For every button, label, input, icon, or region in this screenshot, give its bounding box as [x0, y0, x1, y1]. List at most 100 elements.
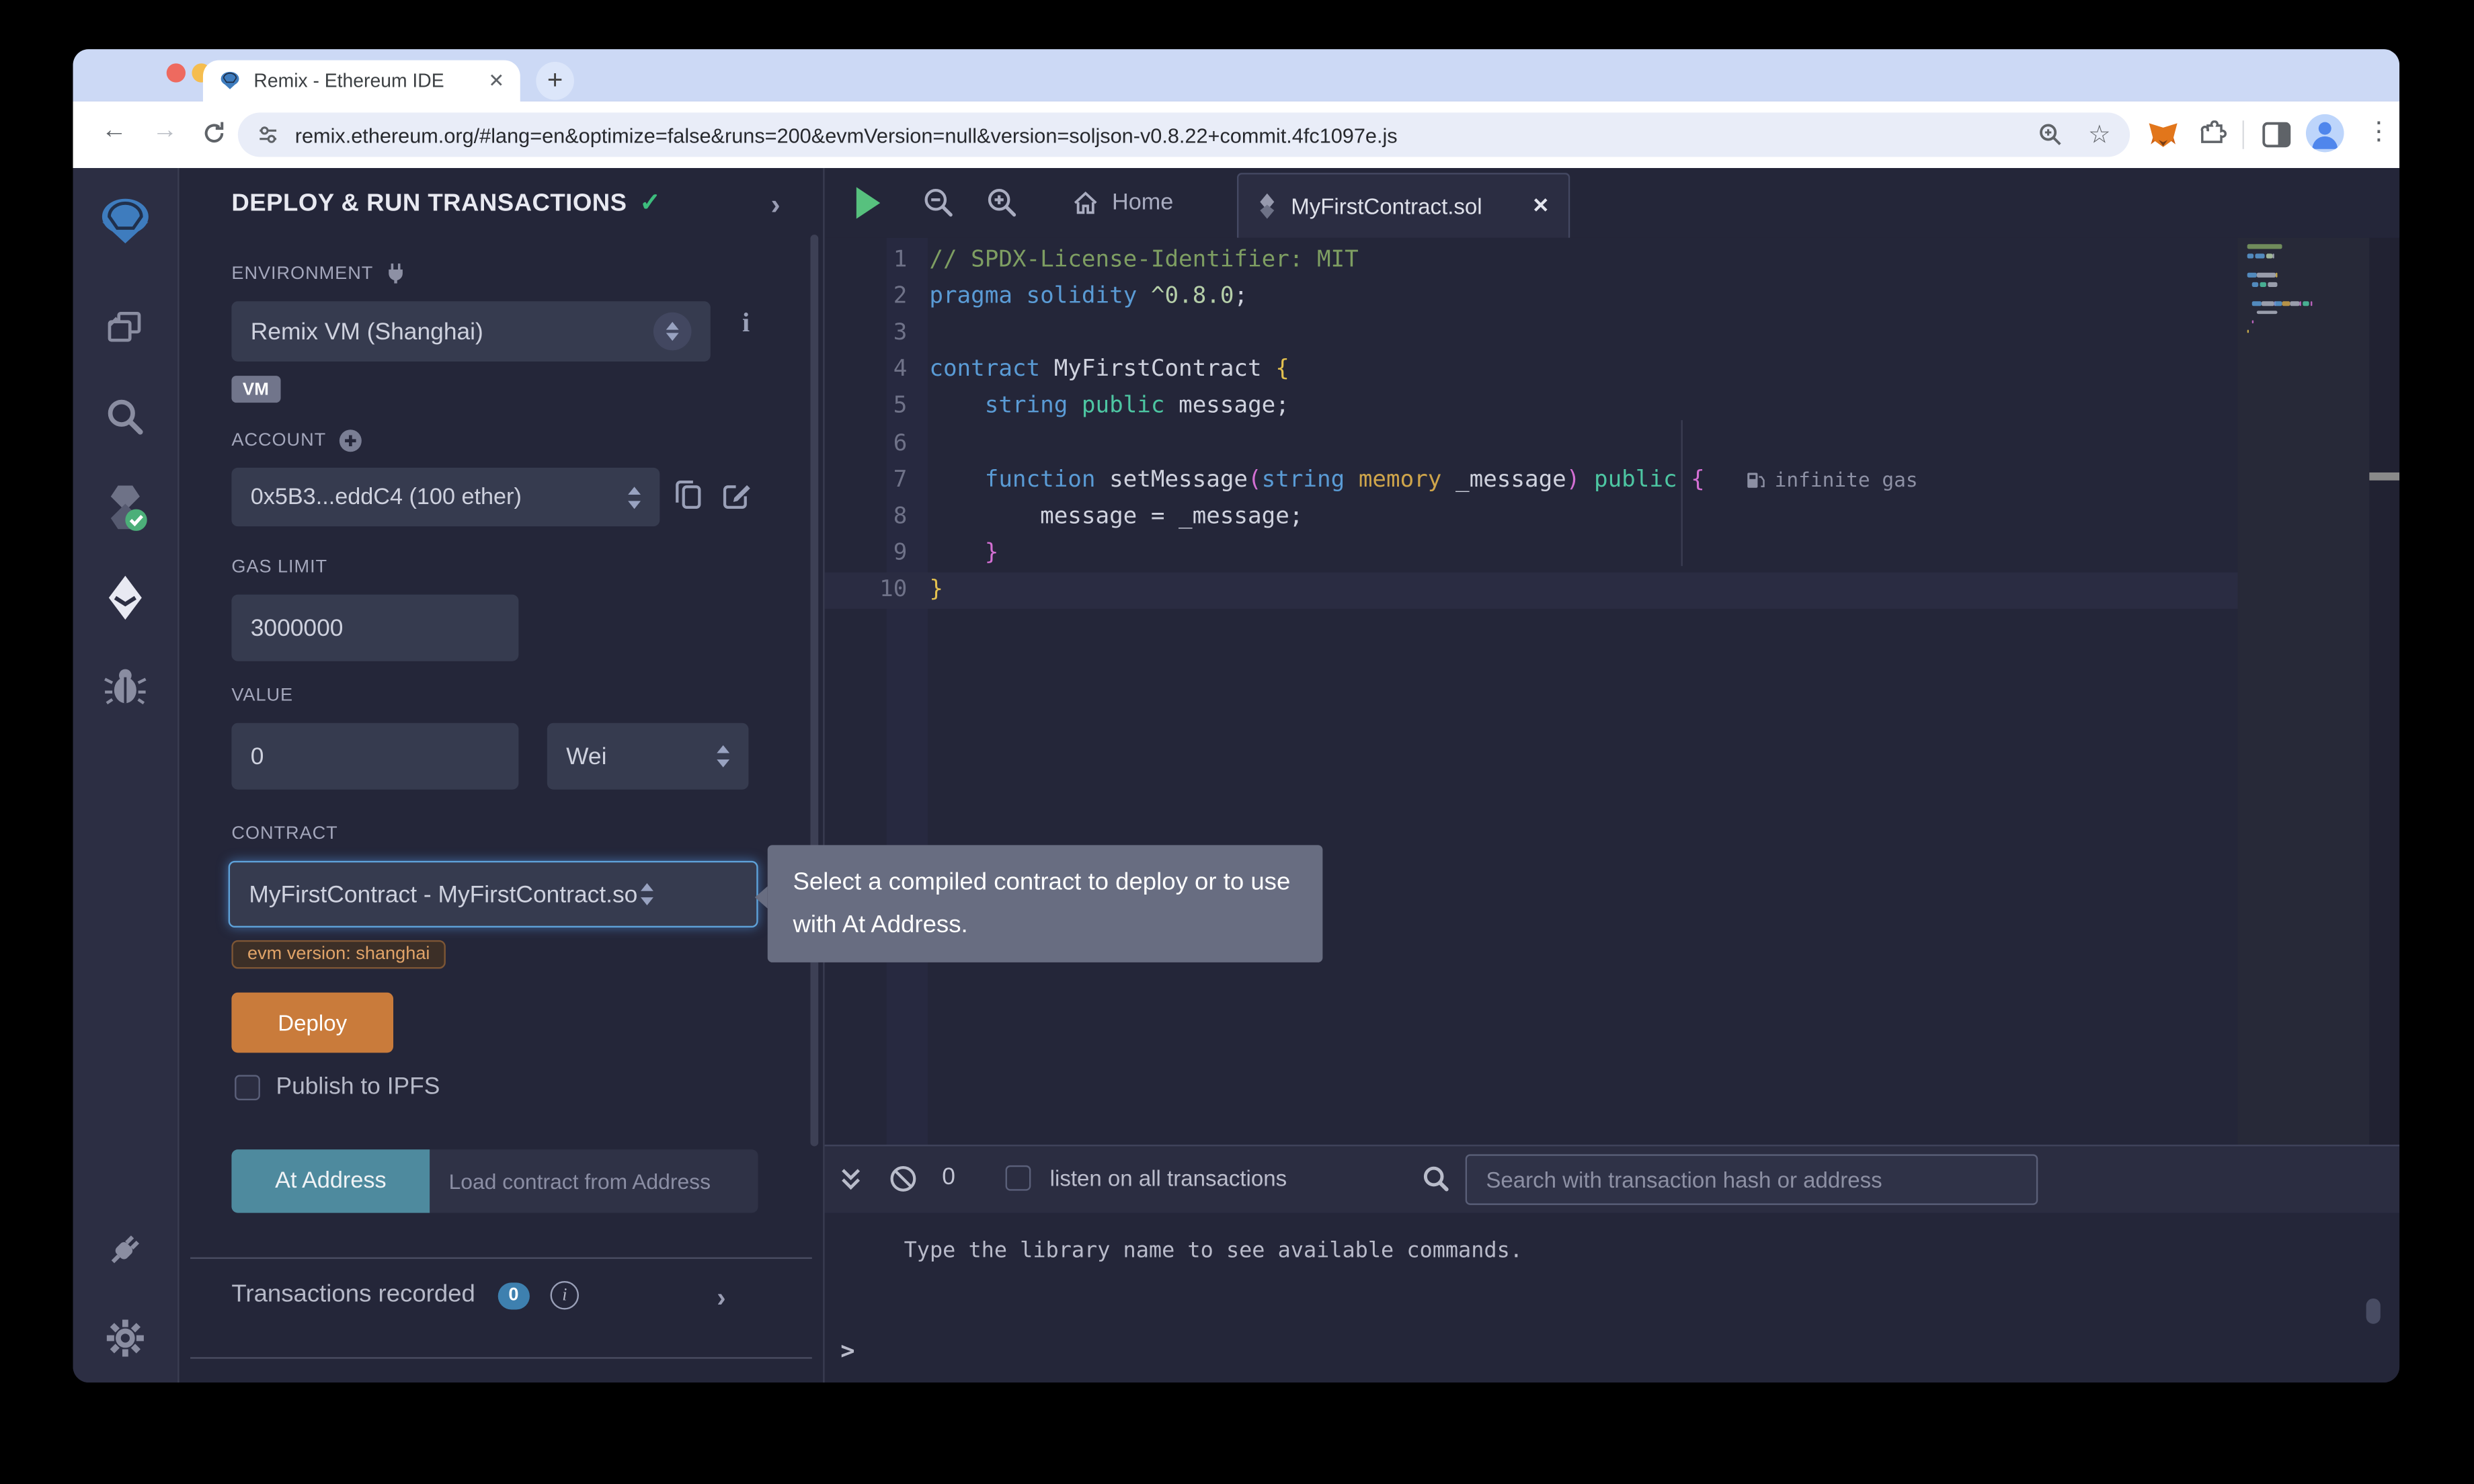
copy-account-icon[interactable] [672, 477, 704, 512]
terminal-panel: 0 listen on all transactions Type the li… [825, 1145, 2399, 1383]
minimap-line [2247, 320, 2365, 324]
run-script-play-icon[interactable] [856, 187, 880, 218]
browser-tabstrip: Remix - Ethereum IDE ✕ + [73, 49, 2400, 101]
code-line[interactable]: 4contract MyFirstContract { [825, 352, 2398, 388]
code-line[interactable]: 7 function setMessage(string memory _mes… [825, 462, 2398, 499]
forward-icon[interactable]: → [152, 118, 177, 146]
avatar-person-icon [2306, 114, 2344, 153]
minimap-line [2247, 263, 2365, 267]
listen-transactions-row: listen on all transactions [1006, 1165, 1287, 1191]
profile-avatar[interactable] [2306, 114, 2344, 153]
back-icon[interactable]: ← [102, 118, 127, 146]
code-line[interactable]: 8 message = _message; [825, 498, 2398, 535]
new-tab-button[interactable]: + [536, 62, 574, 100]
publish-ipfs-checkbox[interactable] [235, 1074, 260, 1100]
listen-transactions-checkbox[interactable] [1006, 1165, 1031, 1191]
terminal-prompt[interactable]: > [840, 1337, 854, 1365]
plugin-manager-icon[interactable] [73, 1227, 178, 1272]
side-panel-icon[interactable] [2262, 120, 2292, 149]
deploy-button[interactable]: Deploy [231, 993, 393, 1053]
code-line[interactable]: 9 } [825, 535, 2398, 572]
minimap-column[interactable] [2238, 238, 2370, 1145]
contract-label: CONTRACT [231, 825, 337, 843]
tab-close-icon[interactable]: ✕ [488, 70, 504, 92]
file-explorer-icon[interactable] [73, 308, 178, 349]
url-bar[interactable]: remix.ethereum.org/#lang=en&optimize=fal… [238, 112, 2130, 157]
contract-select[interactable]: MyFirstContract - MyFirstContract.so [229, 861, 758, 928]
code-line[interactable]: 10} [825, 572, 2370, 609]
account-select[interactable]: 0x5B3...eddC4 (100 ether) [231, 468, 660, 526]
indent-guide [1681, 420, 1683, 566]
bookmark-star-icon[interactable]: ☆ [2088, 119, 2111, 151]
screen: Remix - Ethereum IDE ✕ + ← → remix.ether… [0, 0, 2474, 1484]
value-unit-select[interactable]: Wei [547, 723, 749, 790]
code-line[interactable]: 2pragma solidity ^0.8.0; [825, 278, 2398, 315]
code-text: pragma solidity ^0.8.0; [929, 284, 1248, 309]
compile-success-check-icon: ✓ [639, 190, 661, 217]
terminal-search-icon [1421, 1163, 1451, 1194]
url-text[interactable]: remix.ethereum.org/#lang=en&optimize=fal… [295, 123, 2038, 147]
value-input[interactable] [231, 723, 518, 790]
code-line[interactable]: 1// SPDX-License-Identifier: MIT [825, 241, 2398, 278]
close-window-button[interactable] [167, 63, 186, 81]
solidity-compiler-icon[interactable] [73, 482, 178, 532]
icon-sidebar [73, 168, 179, 1383]
infinite-gas-annotation: infinite gas [1746, 468, 1918, 491]
deploy-run-icon[interactable] [73, 574, 178, 622]
browser-menu-icon[interactable]: ⋮ [2366, 116, 2392, 147]
terminal-scrollbar-thumb[interactable] [2366, 1298, 2381, 1324]
transactions-expand-chevron-icon[interactable]: › [717, 1282, 725, 1314]
minimap-line [2247, 292, 2365, 296]
terminal-help-text: Type the library name to see available c… [904, 1238, 1523, 1264]
environment-select[interactable]: Remix VM (Shanghai) [231, 301, 710, 362]
code-line[interactable]: 3 [825, 315, 2398, 352]
tab-myfirstcontract[interactable]: MyFirstContract.sol ✕ [1237, 173, 1570, 238]
panel-scrollbar[interactable] [810, 235, 818, 1146]
solidity-file-icon [1258, 194, 1277, 219]
line-number: 10 [825, 577, 908, 603]
editor-scrollbar-track[interactable] [2369, 238, 2399, 1145]
value-label: VALUE [231, 686, 293, 705]
settings-gear-icon[interactable] [73, 1316, 178, 1360]
terminal-search-input[interactable] [1466, 1154, 2038, 1204]
environment-info-icon[interactable]: i [742, 308, 750, 339]
code-text: // SPDX-License-Identifier: MIT [929, 247, 1358, 272]
add-account-icon[interactable] [337, 428, 363, 454]
extensions-puzzle-icon[interactable] [2198, 120, 2229, 151]
minimap-line [2247, 273, 2365, 277]
code-editor[interactable]: 1// SPDX-License-Identifier: MIT2pragma … [825, 238, 2399, 1145]
code-line[interactable]: 5 string public message; [825, 388, 2398, 425]
gas-limit-input[interactable] [231, 595, 518, 661]
transactions-info-icon[interactable]: i [551, 1281, 579, 1309]
zoom-in-icon[interactable] [986, 187, 1018, 218]
browser-tab[interactable]: Remix - Ethereum IDE ✕ [203, 60, 520, 101]
environment-plug-icon[interactable] [385, 261, 408, 285]
close-file-tab-icon[interactable]: ✕ [1532, 194, 1550, 219]
line-number: 8 [825, 504, 908, 530]
code-text: function setMessage(string memory _messa… [929, 467, 1704, 493]
site-settings-icon[interactable] [257, 124, 279, 146]
editor-scrollbar-thumb[interactable] [2369, 472, 2399, 481]
code-line[interactable]: 6 [825, 425, 2398, 462]
evm-version-badge: evm version: shanghai [231, 940, 446, 968]
clear-console-icon[interactable] [888, 1163, 918, 1194]
panel-divider-bottom [190, 1357, 812, 1358]
remix-logo-icon[interactable] [73, 197, 178, 247]
at-address-button[interactable]: At Address [231, 1149, 430, 1212]
zoom-out-icon[interactable] [923, 187, 955, 218]
search-icon[interactable] [73, 397, 178, 438]
value-unit-arrows-icon [717, 745, 729, 768]
tab-home[interactable]: Home [1047, 168, 1199, 238]
tab-title: Remix - Ethereum IDE [253, 70, 488, 92]
expand-terminal-icon[interactable] [838, 1165, 865, 1194]
at-address-input[interactable] [430, 1149, 758, 1212]
zoom-page-icon[interactable] [2037, 122, 2063, 148]
metamask-extension-icon[interactable] [2147, 120, 2179, 151]
code-text: contract MyFirstContract { [929, 357, 1289, 382]
line-number: 3 [825, 320, 908, 345]
edit-account-icon[interactable] [720, 479, 752, 510]
panel-collapse-chevron-icon[interactable]: › [770, 189, 780, 222]
debugger-icon[interactable] [73, 666, 178, 707]
browser-toolbar: ← → remix.ethereum.org/#lang=en&optimize… [73, 101, 2400, 168]
reload-icon[interactable] [200, 119, 228, 147]
